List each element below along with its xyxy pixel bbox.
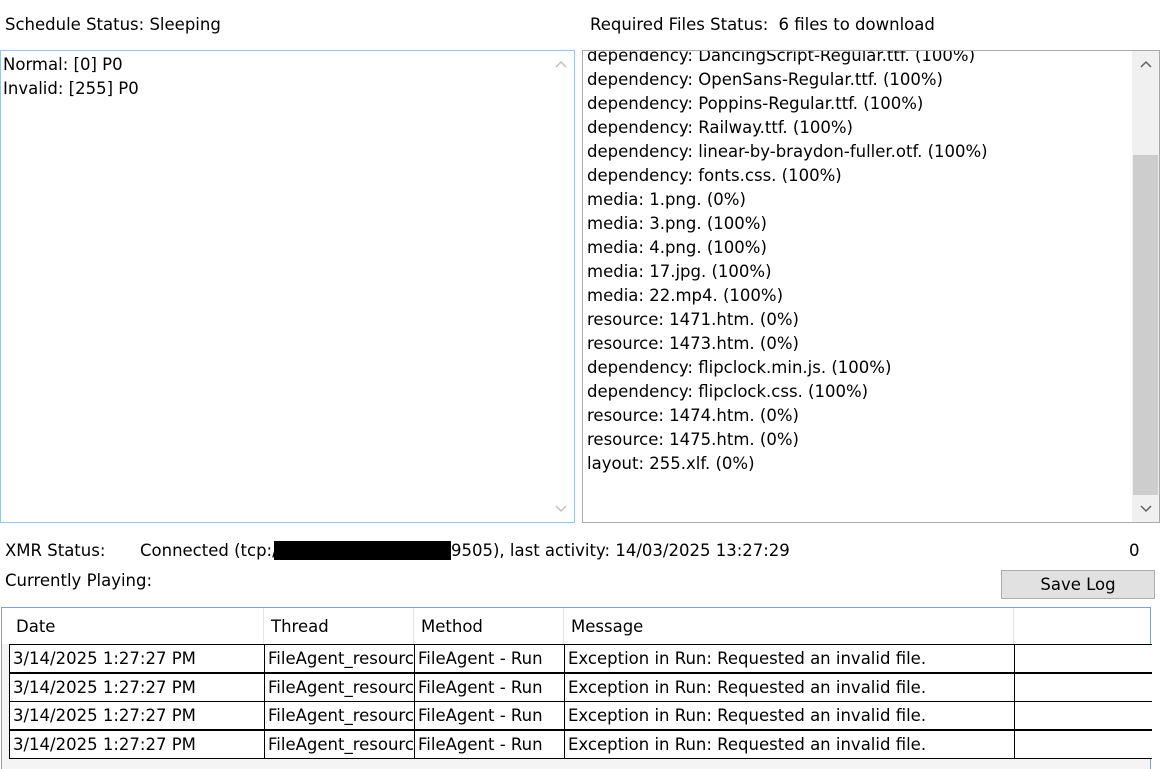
table-row[interactable]: 3/14/2025 1:27:27 PM FileAgent_resourc Fil… (9, 644, 1152, 673)
column-header-thread[interactable]: Thread (264, 608, 414, 644)
schedule-status-value: Sleeping (149, 15, 221, 34)
log-cell-empty (1014, 702, 1152, 729)
scroll-down-arrow-icon[interactable] (547, 498, 574, 520)
currently-playing-label: Currently Playing: (5, 571, 153, 590)
file-status-line: media: 3.png. (100%) (587, 214, 767, 233)
log-cell-date: 3/14/2025 1:27:27 PM (9, 645, 264, 672)
log-cell-method: FileAgent - Run (414, 702, 564, 729)
log-cell-method: FileAgent - Run (414, 645, 564, 672)
log-cell-date: 3/14/2025 1:27:27 PM (9, 702, 264, 729)
xmr-count: 0 (1129, 541, 1140, 560)
save-log-button[interactable]: Save Log (1001, 570, 1155, 599)
log-cell-date: 3/14/2025 1:27:27 PM (9, 730, 264, 758)
file-status-line: media: 4.png. (100%) (587, 238, 767, 257)
schedule-status-label: Schedule Status: (5, 15, 145, 34)
log-cell-method: FileAgent - Run (414, 673, 564, 701)
file-status-line: dependency: flipclock.css. (100%) (587, 382, 869, 401)
log-cell-thread: FileAgent_resourc (264, 673, 414, 701)
file-status-line: dependency: linear-by-braydon-fuller.otf… (587, 142, 988, 161)
log-cell-empty (1014, 673, 1152, 701)
schedule-scrollbar[interactable] (547, 51, 574, 522)
log-cell-empty (1014, 645, 1152, 672)
file-status-line: layout: 255.xlf. (0%) (587, 454, 755, 473)
files-scrollbar[interactable] (1132, 51, 1159, 522)
scroll-up-arrow-icon[interactable] (547, 53, 574, 75)
file-status-line: media: 1.png. (0%) (587, 190, 746, 209)
scroll-thumb[interactable] (1133, 155, 1158, 495)
required-files-list-box[interactable]: dependency: DancingScript-Regular.ttf. (… (582, 50, 1160, 523)
file-status-line: media: 17.jpg. (100%) (587, 262, 772, 281)
log-cell-empty (1014, 730, 1152, 758)
schedule-list-box[interactable]: Normal: [0] P0 Invalid: [255] P0 (0, 50, 575, 523)
file-status-line: dependency: fonts.css. (100%) (587, 166, 842, 185)
file-status-line: dependency: OpenSans-Regular.ttf. (100%) (587, 70, 943, 89)
table-row[interactable]: 3/14/2025 1:27:27 PM FileAgent_resourc Fil… (9, 701, 1152, 730)
table-row[interactable]: 3/14/2025 1:27:27 PM FileAgent_resourc Fil… (9, 672, 1152, 702)
log-cell-thread: FileAgent_resourc (264, 645, 414, 672)
column-header-date[interactable]: Date (9, 608, 264, 644)
schedule-line: Invalid: [255] P0 (3, 79, 139, 98)
file-status-line: dependency: DancingScript-Regular.ttf. (… (587, 50, 975, 65)
xmr-connection-prefix: Connected (tcp:/ (140, 541, 278, 560)
file-status-line: resource: 1471.htm. (0%) (587, 310, 799, 329)
file-status-line: resource: 1474.htm. (0%) (587, 406, 799, 425)
xmr-connection-suffix: 9505), last activity: 14/03/2025 13:27:2… (451, 541, 790, 560)
scroll-up-arrow-icon[interactable] (1132, 53, 1159, 75)
log-grid-header: Date Thread Method Message (2, 608, 1150, 644)
file-status-line: resource: 1475.htm. (0%) (587, 430, 799, 449)
log-cell-thread: FileAgent_resourc (264, 730, 414, 758)
file-status-line: dependency: Poppins-Regular.ttf. (100%) (587, 94, 924, 113)
schedule-line: Normal: [0] P0 (3, 55, 123, 74)
log-cell-message: Exception in Run: Requested an invalid f… (564, 730, 1014, 758)
xmr-status-label: XMR Status: (5, 541, 106, 560)
schedule-status: Schedule Status: Sleeping (5, 15, 221, 34)
file-status-line: media: 22.mp4. (100%) (587, 286, 784, 305)
required-files-status: Required Files Status: 6 files to downlo… (590, 15, 935, 34)
log-cell-date: 3/14/2025 1:27:27 PM (9, 673, 264, 701)
column-header-message[interactable]: Message (564, 608, 1014, 644)
column-header-method[interactable]: Method (414, 608, 564, 644)
log-cell-thread: FileAgent_resourc (264, 702, 414, 729)
required-files-value: 6 files to download (778, 15, 935, 34)
log-grid[interactable]: Date Thread Method Message 3/14/2025 1:2… (1, 607, 1152, 769)
scroll-down-arrow-icon[interactable] (1132, 498, 1159, 520)
file-status-line: dependency: Railway.ttf. (100%) (587, 118, 853, 137)
file-status-line: dependency: flipclock.min.js. (100%) (587, 358, 892, 377)
redacted-address (274, 541, 451, 560)
file-status-line: resource: 1473.htm. (0%) (587, 334, 799, 353)
log-cell-message: Exception in Run: Requested an invalid f… (564, 673, 1014, 701)
log-cell-message: Exception in Run: Requested an invalid f… (564, 702, 1014, 729)
log-cell-method: FileAgent - Run (414, 730, 564, 758)
table-row[interactable]: 3/14/2025 1:27:27 PM FileAgent_resourc Fil… (9, 729, 1152, 759)
log-cell-message: Exception in Run: Requested an invalid f… (564, 645, 1014, 672)
required-files-label: Required Files Status: (590, 15, 769, 34)
